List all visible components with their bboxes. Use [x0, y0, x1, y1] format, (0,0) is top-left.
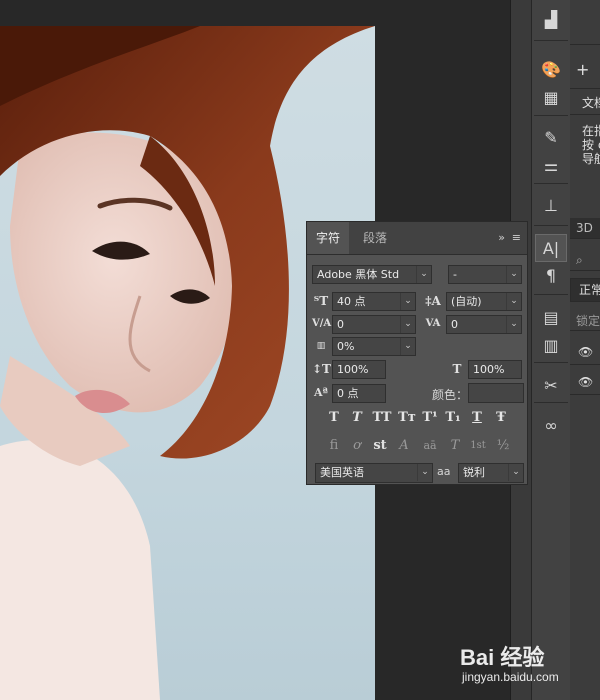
- chevron-down-icon: ⌄: [417, 464, 432, 481]
- toolbar-divider: [534, 294, 568, 295]
- font-style-value: -: [453, 268, 457, 281]
- titling-button[interactable]: aā: [417, 437, 443, 455]
- hamburger-menu-icon[interactable]: ≡: [512, 231, 521, 244]
- filter-icon[interactable]: ⌕: [570, 250, 600, 271]
- tracking-icon: VA: [425, 318, 441, 329]
- character-panel-tabs: 字符 段落 » ≡: [307, 222, 527, 255]
- baseline-shift-input[interactable]: 0 点: [332, 384, 386, 403]
- font-style-dropdown[interactable]: - ⌄: [448, 265, 522, 284]
- font-size-value: 40 点: [337, 295, 366, 308]
- superior-button[interactable]: 1st: [466, 437, 490, 455]
- notes-icon[interactable]: ▥: [536, 332, 566, 358]
- add-icon[interactable]: +: [570, 52, 600, 89]
- lock-label: 锁定: [570, 312, 600, 331]
- vertical-scale-input[interactable]: 100%: [332, 360, 386, 379]
- chevron-down-icon: ⌄: [506, 266, 521, 283]
- leading-value: (自动): [451, 295, 482, 308]
- tab-character[interactable]: 字符: [307, 222, 350, 254]
- tracking-value: 0: [451, 318, 458, 331]
- font-size-dropdown[interactable]: 40 点 ⌄: [332, 292, 416, 311]
- palette-icon[interactable]: 🎨: [536, 56, 566, 82]
- tracking-dropdown[interactable]: 0 ⌄: [446, 315, 522, 334]
- faux-italic-button[interactable]: T: [346, 409, 368, 427]
- horizontal-scale-icon: T: [452, 362, 462, 376]
- toolbar-divider: [534, 40, 568, 41]
- document-icon[interactable]: ▤: [536, 304, 566, 330]
- hint-line: 按 c: [582, 138, 600, 152]
- tsume-icon: ▥: [316, 341, 326, 351]
- toolbar-divider: [534, 225, 568, 226]
- strikethrough-button[interactable]: Ŧ: [490, 409, 512, 427]
- histogram-icon[interactable]: ▟: [536, 6, 566, 32]
- clone-stamp-icon[interactable]: ⊥: [536, 192, 566, 218]
- chevron-down-icon: ⌄: [400, 338, 415, 355]
- side-panel-top: [570, 0, 600, 45]
- antialias-label: aa: [437, 465, 451, 478]
- chevron-down-icon: ⌄: [506, 293, 521, 310]
- font-family-dropdown[interactable]: Adobe 黑体 Std ⌄: [312, 265, 432, 284]
- blend-mode-dropdown[interactable]: 正常: [570, 278, 600, 302]
- faux-bold-button[interactable]: T: [323, 409, 345, 427]
- all-caps-button[interactable]: TT: [369, 409, 395, 427]
- swash-button[interactable]: A: [393, 437, 415, 455]
- antialias-value: 锐利: [463, 466, 485, 479]
- creative-cloud-icon[interactable]: ∞: [536, 412, 566, 438]
- subscript-button[interactable]: T₁: [442, 409, 464, 427]
- side-panel: + 文档 在指 按 c 导航 3D ⌕ 正常 锁定 👁 👁: [570, 0, 600, 700]
- discretionary-ligatures-button[interactable]: ơ: [346, 437, 368, 455]
- ordinals-button[interactable]: T: [444, 437, 466, 455]
- chevron-down-icon: ⌄: [400, 316, 415, 333]
- tab-3d[interactable]: 3D: [570, 218, 600, 239]
- hint-line: 导航: [582, 152, 600, 166]
- kerning-dropdown[interactable]: 0 ⌄: [332, 315, 416, 334]
- grid-icon[interactable]: ▦: [536, 84, 566, 110]
- stylistic-alternates-button[interactable]: st: [369, 437, 391, 455]
- doc-tab[interactable]: 文档: [570, 92, 600, 115]
- visibility-eye-icon[interactable]: 👁: [570, 340, 600, 365]
- toolbar-divider: [534, 115, 568, 116]
- baidu-watermark-logo: Bai 经验: [460, 645, 545, 670]
- chevron-down-icon: ⌄: [400, 293, 415, 310]
- baidu-watermark-url: jingyan.baidu.com: [462, 670, 559, 684]
- leading-icon: ‡A: [425, 294, 441, 308]
- tsume-dropdown[interactable]: 0% ⌄: [332, 337, 416, 356]
- toolbar-divider: [534, 402, 568, 403]
- toolbar-divider: [534, 183, 568, 184]
- underline-button[interactable]: T: [466, 409, 488, 427]
- double-chevron-right-icon[interactable]: »: [498, 231, 505, 244]
- language-value: 美国英语: [320, 466, 364, 479]
- color-label: 颜色：: [432, 388, 469, 402]
- panel-dock-toolbar: ▟ 🎨 ▦ ✎ ⚌ ⊥ A| ¶ ▤ ▥ ✂ ∞: [531, 0, 571, 700]
- character-icon[interactable]: A|: [535, 234, 567, 262]
- chevron-down-icon: ⌄: [416, 266, 431, 283]
- superscript-button[interactable]: T¹: [419, 409, 441, 427]
- tsume-value: 0%: [337, 340, 355, 353]
- brush-presets-icon[interactable]: ✎: [536, 124, 566, 150]
- language-dropdown[interactable]: 美国英语 ⌄: [315, 463, 433, 483]
- horizontal-scale-input[interactable]: 100%: [468, 360, 522, 379]
- chevron-down-icon: ⌄: [508, 464, 523, 481]
- leading-dropdown[interactable]: (自动) ⌄: [446, 292, 522, 311]
- kerning-icon: V/A: [312, 318, 332, 329]
- ligatures-button[interactable]: fi: [323, 437, 345, 455]
- tab-paragraph[interactable]: 段落: [354, 222, 396, 254]
- adjustments-icon[interactable]: ⚌: [536, 152, 566, 178]
- fractions-button[interactable]: ½: [492, 437, 514, 455]
- color-swatch[interactable]: [468, 383, 524, 403]
- paragraph-icon[interactable]: ¶: [536, 262, 566, 288]
- vertical-scale-icon: ↕T: [312, 362, 331, 376]
- tools-icon[interactable]: ✂: [536, 372, 566, 398]
- small-caps-button[interactable]: Tт: [395, 409, 419, 427]
- visibility-eye-icon[interactable]: 👁: [570, 370, 600, 395]
- kerning-value: 0: [337, 318, 344, 331]
- font-size-icon: ᵀT: [313, 294, 329, 308]
- hint-line: 在指: [582, 124, 600, 138]
- baseline-shift-icon: Aª: [314, 386, 328, 399]
- toolbar-divider: [534, 362, 568, 363]
- font-family-value: Adobe 黑体 Std: [317, 268, 400, 281]
- antialias-dropdown[interactable]: 锐利 ⌄: [458, 463, 524, 483]
- chevron-down-icon: ⌄: [506, 316, 521, 333]
